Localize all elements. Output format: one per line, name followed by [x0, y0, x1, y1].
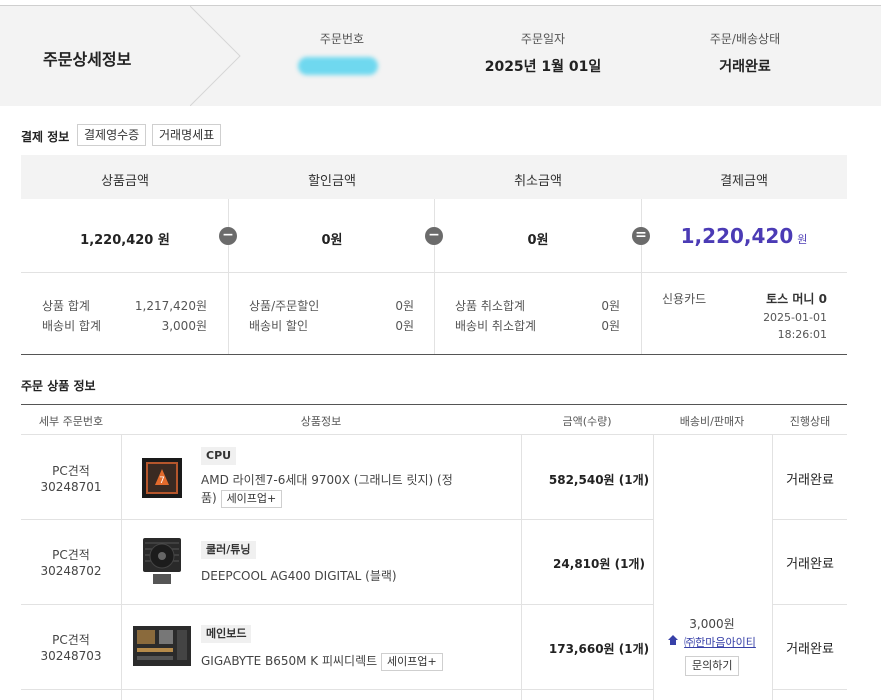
category-badge: 메인보드: [201, 625, 252, 643]
equals-icon: =: [632, 227, 650, 245]
order-sub-number: 30248701: [40, 480, 102, 494]
row-divider: [772, 519, 847, 520]
product-sum-label: 상품 합계: [42, 299, 90, 313]
receipt-button[interactable]: 결제영수증: [77, 124, 147, 146]
row-divider: [21, 689, 653, 690]
item-price: 582,540원 (1개): [548, 473, 650, 487]
order-header: 주문상세정보 주문번호 주문일자 2025년 1월 01일 주문/배송상태 거래…: [0, 6, 881, 106]
product-discount-value: 0원: [395, 299, 414, 313]
divider: [228, 273, 229, 354]
order-status-label: 주문/배송상태: [709, 32, 781, 46]
safeup-option-button[interactable]: 세이프업+: [220, 489, 283, 508]
discount-amount-value: 0원: [321, 233, 343, 248]
category-badge: CPU: [201, 447, 237, 465]
order-status-value: 거래완료: [719, 59, 771, 75]
minus-icon: −: [219, 227, 237, 245]
cancel-amount-value: 0원: [527, 233, 549, 248]
minus-icon: −: [425, 227, 443, 245]
cancel-amount-header: 취소금액: [514, 174, 562, 189]
product-name-tail: 품): [201, 491, 217, 505]
home-icon: [667, 634, 679, 649]
payment-section-title: 결제 정보: [21, 130, 70, 144]
row-divider: [21, 519, 653, 520]
payment-date: 2025-01-01: [763, 311, 827, 324]
cpu-product-image[interactable]: 7: [141, 457, 183, 499]
category-badge: 쿨러/튜닝: [201, 541, 256, 559]
product-name[interactable]: DEEPCOOL AG400 DIGITAL (블랙): [201, 567, 397, 585]
column-divider: [121, 435, 122, 700]
divider: [434, 273, 435, 354]
safeup-option-button[interactable]: 세이프업+: [381, 652, 443, 671]
motherboard-product-image[interactable]: [131, 624, 193, 668]
payment-amount-value: 1,220,420 원: [681, 224, 808, 248]
payment-summary-header: 상품금액 할인금액 취소금액 결제금액: [21, 155, 847, 199]
product-amount-header: 상품금액: [101, 174, 149, 189]
column-divider: [521, 435, 522, 700]
col-header-product: 상품정보: [300, 415, 342, 428]
product-cancel-value: 0원: [601, 299, 620, 313]
col-header-price: 금액(수량): [562, 415, 612, 428]
table-header-border: [21, 434, 847, 435]
shipping-fee: 3,000원: [689, 617, 735, 631]
product-discount-label: 상품/주문할인: [249, 299, 320, 313]
order-type: PC견적: [52, 633, 90, 647]
col-header-status: 진행상태: [789, 415, 831, 428]
item-status: 거래완료: [786, 557, 834, 572]
col-header-seller: 배송비/판매자: [679, 415, 745, 428]
shipping-cancel-label: 배송비 취소합계: [455, 319, 537, 333]
column-divider: [772, 435, 773, 700]
header-chevron-divider: [190, 6, 241, 106]
payment-method-label: 신용카드: [662, 292, 707, 306]
order-number-label: 주문번호: [319, 32, 365, 46]
order-sub-number: 30248703: [40, 649, 102, 663]
item-price: 24,810원 (1개): [553, 557, 645, 571]
product-cancel-label: 상품 취소합계: [455, 299, 526, 313]
shipping-discount-label: 배송비 할인: [249, 319, 309, 333]
product-name-line-1: AMD 라이젠7-6세대 9700X (그래니트 릿지) (정: [201, 473, 453, 487]
product-name-text: GIGABYTE B650M K 피씨디렉트: [201, 654, 378, 668]
item-price: 173,660원 (1개): [548, 642, 650, 656]
page-title: 주문상세정보: [43, 50, 132, 69]
order-type: PC견적: [52, 548, 90, 562]
table-top-border: [21, 404, 847, 405]
payment-total-number: 1,220,420: [680, 224, 794, 248]
discount-amount-header: 할인금액: [308, 174, 356, 189]
shipping-sum-value: 3,000원: [161, 319, 207, 333]
cooler-product-image[interactable]: [137, 532, 187, 590]
seller-link[interactable]: ㈜한마음아이티: [684, 634, 756, 650]
payment-total-unit: 원: [797, 233, 808, 246]
order-type: PC견적: [52, 464, 90, 478]
divider: [641, 273, 642, 354]
shipping-discount-value: 0원: [395, 319, 414, 333]
payment-details: 상품 합계 1,217,420원 배송비 합계 3,000원 상품/주문할인 0…: [21, 273, 847, 355]
col-header-order-no: 세부 주문번호: [38, 415, 104, 428]
statement-button[interactable]: 거래명세표: [152, 124, 222, 146]
item-status: 거래완료: [786, 642, 834, 657]
payment-method-value: 토스 머니 0: [766, 292, 827, 306]
payment-amount-header: 결제금액: [720, 174, 768, 189]
product-name[interactable]: GIGABYTE B650M K 피씨디렉트 세이프업+: [201, 652, 443, 671]
inquiry-button[interactable]: 문의하기: [685, 656, 740, 676]
product-name[interactable]: AMD 라이젠7-6세대 9700X (그래니트 릿지) (정 품) 세이프업+: [201, 471, 453, 508]
svg-text:7: 7: [159, 476, 165, 486]
order-items-title: 주문 상품 정보: [21, 379, 96, 393]
shipping-sum-label: 배송비 합계: [42, 319, 102, 333]
order-sub-number: 30248702: [40, 564, 102, 578]
item-status: 거래완료: [786, 473, 834, 488]
order-date-value: 2025년 1월 01일: [484, 59, 602, 75]
row-divider: [772, 689, 847, 690]
product-sum-value: 1,217,420원: [134, 299, 207, 313]
shipping-cancel-value: 0원: [601, 319, 620, 333]
product-name-line-2: 품) 세이프업+: [201, 489, 453, 508]
row-divider: [772, 604, 847, 605]
product-amount-value: 1,220,420 원: [80, 233, 170, 248]
order-number-redacted: [298, 57, 378, 75]
order-date-label: 주문일자: [520, 32, 566, 46]
payment-summary-values: 1,220,420 원 − 0원 − 0원 = 1,220,420 원: [21, 199, 847, 273]
payment-time: 18:26:01: [777, 328, 827, 341]
column-divider: [653, 435, 654, 700]
row-divider: [21, 604, 653, 605]
